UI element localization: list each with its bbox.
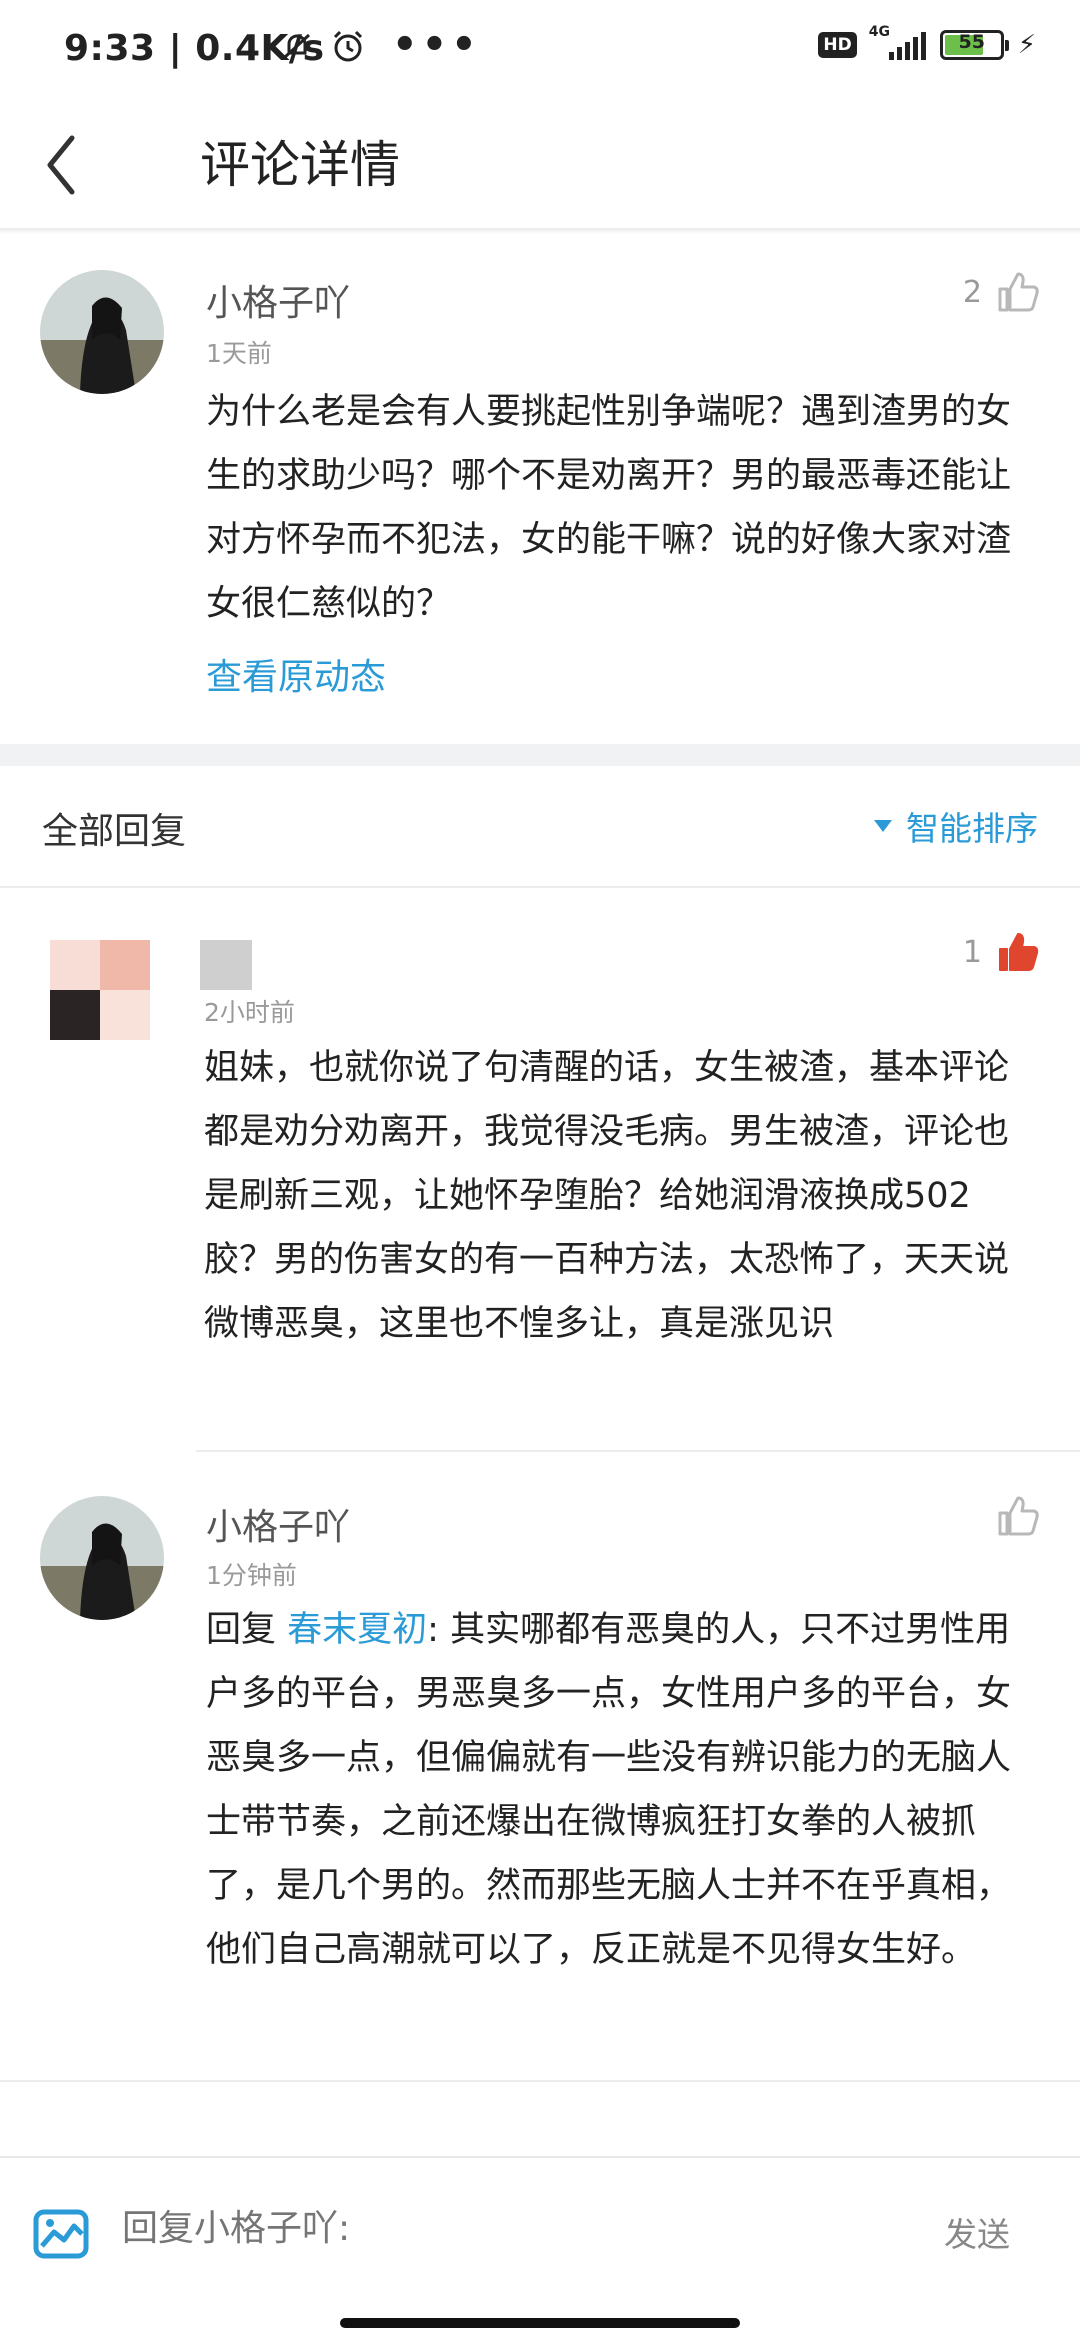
- like-count: 2: [962, 274, 982, 310]
- list-end-divider: [0, 2080, 1080, 2082]
- comment-time: 1天前: [206, 339, 272, 368]
- comment-author[interactable]: 小格子吖: [206, 274, 350, 326]
- more-notifications-icon: •••: [392, 22, 481, 68]
- mute-icon: [283, 33, 311, 59]
- reply-bar: 发送: [0, 2156, 1080, 2340]
- thumbs-up-icon: [998, 1496, 1039, 1536]
- avatar[interactable]: [40, 270, 164, 394]
- reply-text: 回复 春末夏初: 其实哪都有恶臭的人，只不过男性用户多的平台，男恶臭多一点，女性…: [206, 1598, 1036, 1982]
- like-button[interactable]: [996, 1494, 1040, 1538]
- view-original-link[interactable]: 查看原动态: [206, 646, 386, 710]
- reply-prefix: 回复: [206, 1610, 288, 1650]
- section-gap: [0, 744, 1080, 766]
- reply-author[interactable]: 小格子吖: [206, 1498, 350, 1550]
- like-button[interactable]: 1: [963, 930, 1040, 974]
- battery-icon: 55: [939, 30, 1009, 60]
- reply-time: 2小时前: [204, 998, 295, 1027]
- charging-icon: ⚡: [1017, 30, 1036, 60]
- nav-divider: [0, 228, 1080, 234]
- avatar[interactable]: [40, 1496, 164, 1620]
- reply-input[interactable]: [122, 2208, 822, 2249]
- send-button[interactable]: 发送: [944, 2208, 1010, 2256]
- reply-time: 1分钟前: [206, 1561, 297, 1590]
- back-button[interactable]: [36, 120, 116, 210]
- reply-body: : 其实哪都有恶臭的人，只不过男性用户多的平台，男恶臭多一点，女性用户多的平台，…: [206, 1610, 1012, 1970]
- like-button[interactable]: 2: [963, 270, 1040, 314]
- reply-divider: [196, 1450, 1080, 1452]
- status-bar: 9:33 | 0.4K/s ••• HD 4G 55 ⚡: [0, 0, 1080, 100]
- battery-level: 55: [958, 31, 985, 53]
- hd-badge: HD: [818, 32, 857, 58]
- reply-author-blurred[interactable]: [200, 940, 252, 990]
- thumbs-up-filled-icon: [999, 933, 1039, 971]
- alarm-icon: [333, 30, 363, 62]
- reply-text: 姐妹，也就你说了句清醒的话，女生被渣，基本评论都是劝分劝离开，我觉得没毛病。男生…: [204, 1048, 1010, 1344]
- image-icon: [33, 2209, 89, 2259]
- thumbs-up-icon: [998, 272, 1039, 312]
- home-indicator[interactable]: [340, 2318, 740, 2328]
- image-picker-button[interactable]: [30, 2202, 94, 2270]
- signal-icon: 4G: [869, 24, 926, 60]
- replies-header: 全部回复 智能排序: [0, 766, 1080, 888]
- avatar[interactable]: [50, 940, 150, 1040]
- page-title: 评论详情: [200, 136, 400, 194]
- triangle-down-icon: [874, 820, 892, 832]
- comment-text: 为什么老是会有人要挑起性别争端呢？遇到渣男的女生的求助少吗？哪个不是劝离开？男的…: [206, 392, 1012, 624]
- reply-to-user-link[interactable]: 春末夏初: [287, 1610, 427, 1650]
- replies-title: 全部回复: [42, 811, 187, 852]
- network-type: 4G: [868, 24, 890, 40]
- sort-label: 智能排序: [906, 809, 1038, 848]
- like-count: 1: [962, 934, 982, 970]
- back-arrow-icon: [47, 135, 75, 195]
- sort-dropdown[interactable]: 智能排序: [874, 802, 1038, 850]
- nav-bar: 评论详情: [0, 100, 1080, 230]
